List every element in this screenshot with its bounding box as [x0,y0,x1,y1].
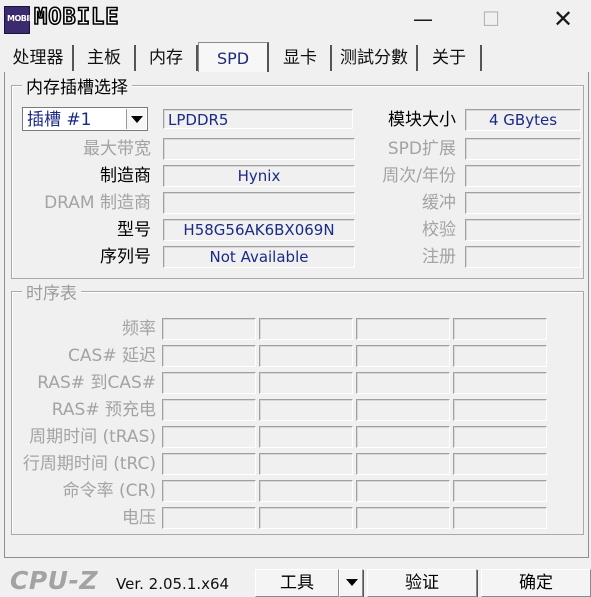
timing-cell [453,480,547,502]
correction-field [465,219,581,241]
timing-cell [162,399,256,421]
timing-cell [356,318,450,340]
tab-about[interactable]: 关于 [418,45,482,71]
timing-row-label: CAS# 延迟 [68,346,156,366]
manufacturer-field: Hynix [163,165,355,187]
close-icon: ✕ [552,5,574,33]
ok-button[interactable]: 确定 [481,569,591,597]
max-bandwidth-label: 最大带宽 [83,139,151,159]
timing-cell [162,426,256,448]
version-text: Ver. 2.05.1.x64 [116,575,230,593]
serial-number-field: Not Available [163,246,355,268]
timing-cell [162,480,256,502]
timing-cell [356,426,450,448]
maximize-button[interactable]: ☐ [468,4,514,34]
timing-cell [259,507,353,529]
timing-row-label: 命令率 (CR) [62,481,156,501]
timing-cell [356,399,450,421]
timing-cell [453,426,547,448]
validate-button[interactable]: 验证 [367,569,477,597]
timing-cell [356,453,450,475]
timing-cell [259,399,353,421]
timing-cell [162,372,256,394]
timing-row-label: RAS# 预充电 [51,400,156,420]
logo-badge: MOBILE [4,6,39,34]
timing-cell [259,480,353,502]
maximize-icon: ☐ [482,7,500,31]
dram-manufacturer-field [163,192,355,214]
manufacturer-label: 制造商 [100,166,151,186]
timing-cell [356,507,450,529]
timing-cell [453,453,547,475]
logo-text: MOBILE [33,4,120,31]
timing-cell [453,318,547,340]
footer-bar: CPU-Z Ver. 2.05.1.x64 工具 验证 确定 [0,560,591,597]
registered-label: 注册 [422,247,456,267]
timing-cell [453,507,547,529]
timing-cell [453,399,547,421]
slot-select-value: 插槽 #1 [27,110,92,130]
minimize-icon: — [413,7,433,31]
tools-dropdown-button[interactable] [339,569,363,597]
chevron-down-icon[interactable] [126,109,146,129]
week-year-field [465,165,581,187]
module-size-label: 模块大小 [388,110,456,130]
timing-cell [162,345,256,367]
timing-cell [162,318,256,340]
slot-group-title: 内存插槽选择 [22,73,132,98]
tab-graphics[interactable]: 显卡 [270,45,332,71]
tab-cpu[interactable]: 处理器 [4,45,74,71]
tab-bench[interactable]: 测試分數 [332,45,418,71]
slot-selection-group: 内存插槽选择 插槽 #1 LPDDR5 最大带宽 制造商 Hynix DRAM … [11,73,584,279]
timing-cell [259,345,353,367]
correction-label: 校验 [422,220,456,240]
timing-cell [259,372,353,394]
timing-row-label: 周期时间 (tRAS) [29,427,156,447]
part-number-label: 型号 [117,220,151,240]
tab-mainboard[interactable]: 主板 [74,45,136,71]
buffered-field [465,192,581,214]
cpuz-brand-logo: CPU-Z [10,566,98,595]
timing-row-label: 频率 [122,319,156,339]
timing-cell [356,372,450,394]
title-bar: MOBILE MOBILE — ☐ ✕ [0,0,591,40]
timing-row-label: 行周期时间 (tRC) [22,454,156,474]
tab-memory[interactable]: 内存 [136,45,198,71]
registered-field [465,246,581,268]
tab-spd[interactable]: SPD [198,42,269,73]
timing-cell [356,345,450,367]
timing-cell [453,372,547,394]
timing-row-label: 电压 [122,508,156,528]
timing-cell [162,453,256,475]
memory-type-field: LPDDR5 [163,109,353,129]
tab-bar: 处理器 主板 内存 SPD 显卡 测試分數 关于 [0,42,591,74]
spd-ext-label: SPD扩展 [387,139,456,159]
timing-cell [453,345,547,367]
minimize-button[interactable]: — [400,4,446,34]
module-size-field: 4 GBytes [465,109,581,131]
tools-button[interactable]: 工具 [255,569,339,597]
spd-ext-field [465,138,581,160]
timing-cell [162,507,256,529]
timing-cell [259,453,353,475]
max-bandwidth-field [163,138,355,160]
timing-row-label: RAS# 到CAS# [37,373,156,393]
buffered-label: 缓冲 [422,193,456,213]
dram-manufacturer-label: DRAM 制造商 [44,193,151,213]
timing-cell [259,318,353,340]
slot-select[interactable]: 插槽 #1 [22,107,148,131]
timing-cell [356,480,450,502]
timing-cell [259,426,353,448]
timings-group-title: 时序表 [22,279,81,304]
week-year-label: 周次/年份 [382,166,456,186]
close-button[interactable]: ✕ [540,4,586,34]
serial-number-label: 序列号 [100,247,151,267]
part-number-field: H58G56AK6BX069N [163,219,355,241]
app-logo: MOBILE MOBILE [4,4,150,34]
